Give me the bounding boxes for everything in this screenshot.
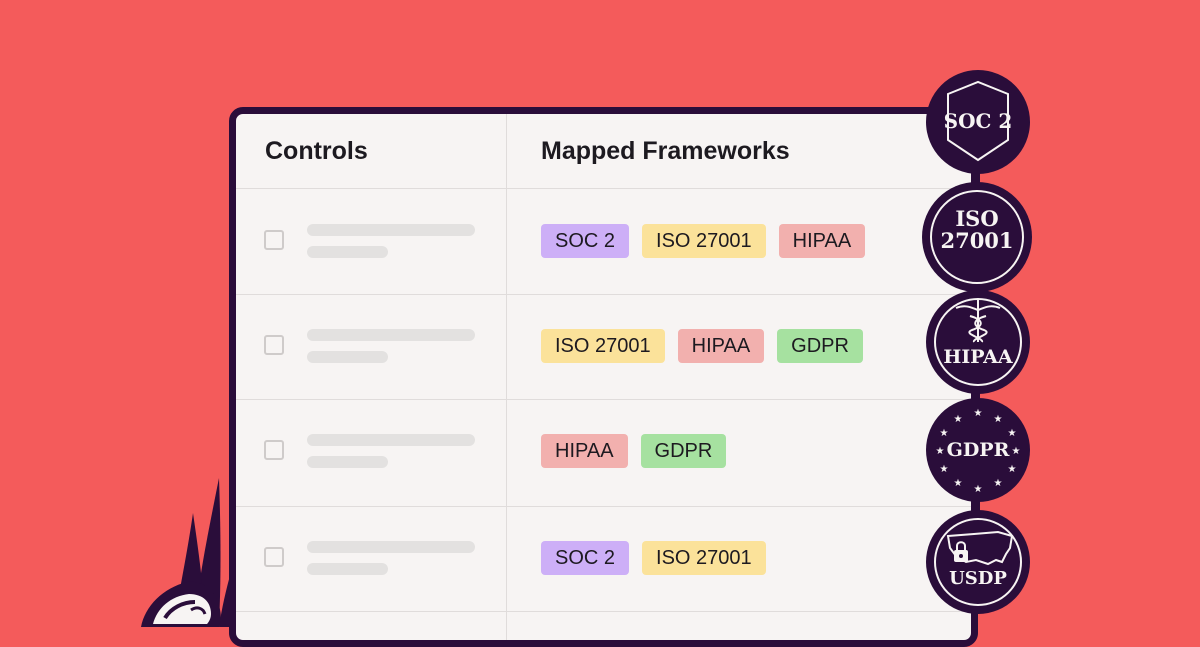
control-placeholder-line: [307, 563, 388, 575]
iso27001-badge: ISO 27001: [922, 182, 1032, 292]
gdpr-badge-label: GDPR: [946, 439, 1010, 461]
svg-text:★: ★: [940, 464, 949, 475]
framework-tags: HIPAA GDPR: [541, 434, 727, 468]
table-header: Controls Mapped Frameworks: [236, 114, 971, 189]
iso-badge-label-line2: 27001: [940, 228, 1014, 253]
tag-soc2: SOC 2: [541, 541, 630, 575]
framework-tags: ISO 27001 HIPAA GDPR: [541, 329, 863, 363]
row-checkbox[interactable]: [264, 230, 284, 250]
framework-tags: SOC 2 ISO 27001: [541, 541, 766, 575]
usdp-badge-label: USDP: [949, 568, 1007, 589]
soc2-badge: SOC 2: [926, 70, 1030, 174]
svg-text:★: ★: [954, 414, 963, 425]
framework-tags: SOC 2 ISO 27001 HIPAA: [541, 224, 866, 258]
tag-iso27001: ISO 27001: [642, 224, 766, 258]
svg-text:★: ★: [994, 414, 1003, 425]
gdpr-badge: ★ ★ ★ ★ ★ ★ ★ ★ ★ ★ ★ ★ GDPR: [926, 398, 1030, 502]
table-row[interactable]: ISO 27001 HIPAA GDPR: [236, 294, 971, 400]
header-controls: Controls: [265, 137, 368, 165]
caduceus-icon: [955, 300, 1001, 343]
tag-iso27001: ISO 27001: [642, 541, 766, 575]
soc2-badge-label: SOC 2: [943, 109, 1013, 133]
svg-text:★: ★: [940, 428, 949, 439]
svg-text:★: ★: [1008, 428, 1017, 439]
hipaa-badge: HIPAA: [926, 290, 1030, 394]
hipaa-badge-label: HIPAA: [943, 346, 1013, 368]
tag-hipaa: HIPAA: [541, 434, 628, 468]
tag-gdpr: GDPR: [640, 434, 727, 468]
row-checkbox[interactable]: [264, 547, 284, 567]
controls-table: Controls Mapped Frameworks SOC 2 ISO 270…: [229, 107, 978, 647]
svg-text:★: ★: [994, 478, 1003, 489]
control-placeholder-line: [307, 329, 475, 341]
svg-text:★: ★: [954, 478, 963, 489]
us-map-lock-icon: [946, 530, 1014, 566]
svg-text:★: ★: [974, 408, 983, 419]
tag-hipaa: HIPAA: [677, 329, 765, 363]
tag-soc2: SOC 2: [541, 224, 630, 258]
svg-text:★: ★: [974, 484, 983, 495]
control-placeholder-line: [307, 351, 388, 363]
control-placeholder-line: [307, 224, 475, 236]
table-row[interactable]: HIPAA GDPR: [236, 399, 971, 507]
row-checkbox[interactable]: [264, 335, 284, 355]
row-checkbox[interactable]: [264, 440, 284, 460]
control-placeholder-line: [307, 541, 475, 553]
svg-text:★: ★: [1008, 464, 1017, 475]
control-placeholder-line: [307, 246, 388, 258]
tag-iso27001: ISO 27001: [541, 329, 665, 363]
header-mapped-frameworks: Mapped Frameworks: [541, 137, 790, 165]
tag-gdpr: GDPR: [777, 329, 863, 363]
control-placeholder-line: [307, 434, 475, 446]
table-row[interactable]: SOC 2 ISO 27001: [236, 506, 971, 612]
usdp-badge: USDP: [926, 510, 1030, 614]
table-row[interactable]: SOC 2 ISO 27001 HIPAA: [236, 189, 971, 295]
tag-hipaa: HIPAA: [778, 224, 866, 258]
control-placeholder-line: [307, 456, 388, 468]
